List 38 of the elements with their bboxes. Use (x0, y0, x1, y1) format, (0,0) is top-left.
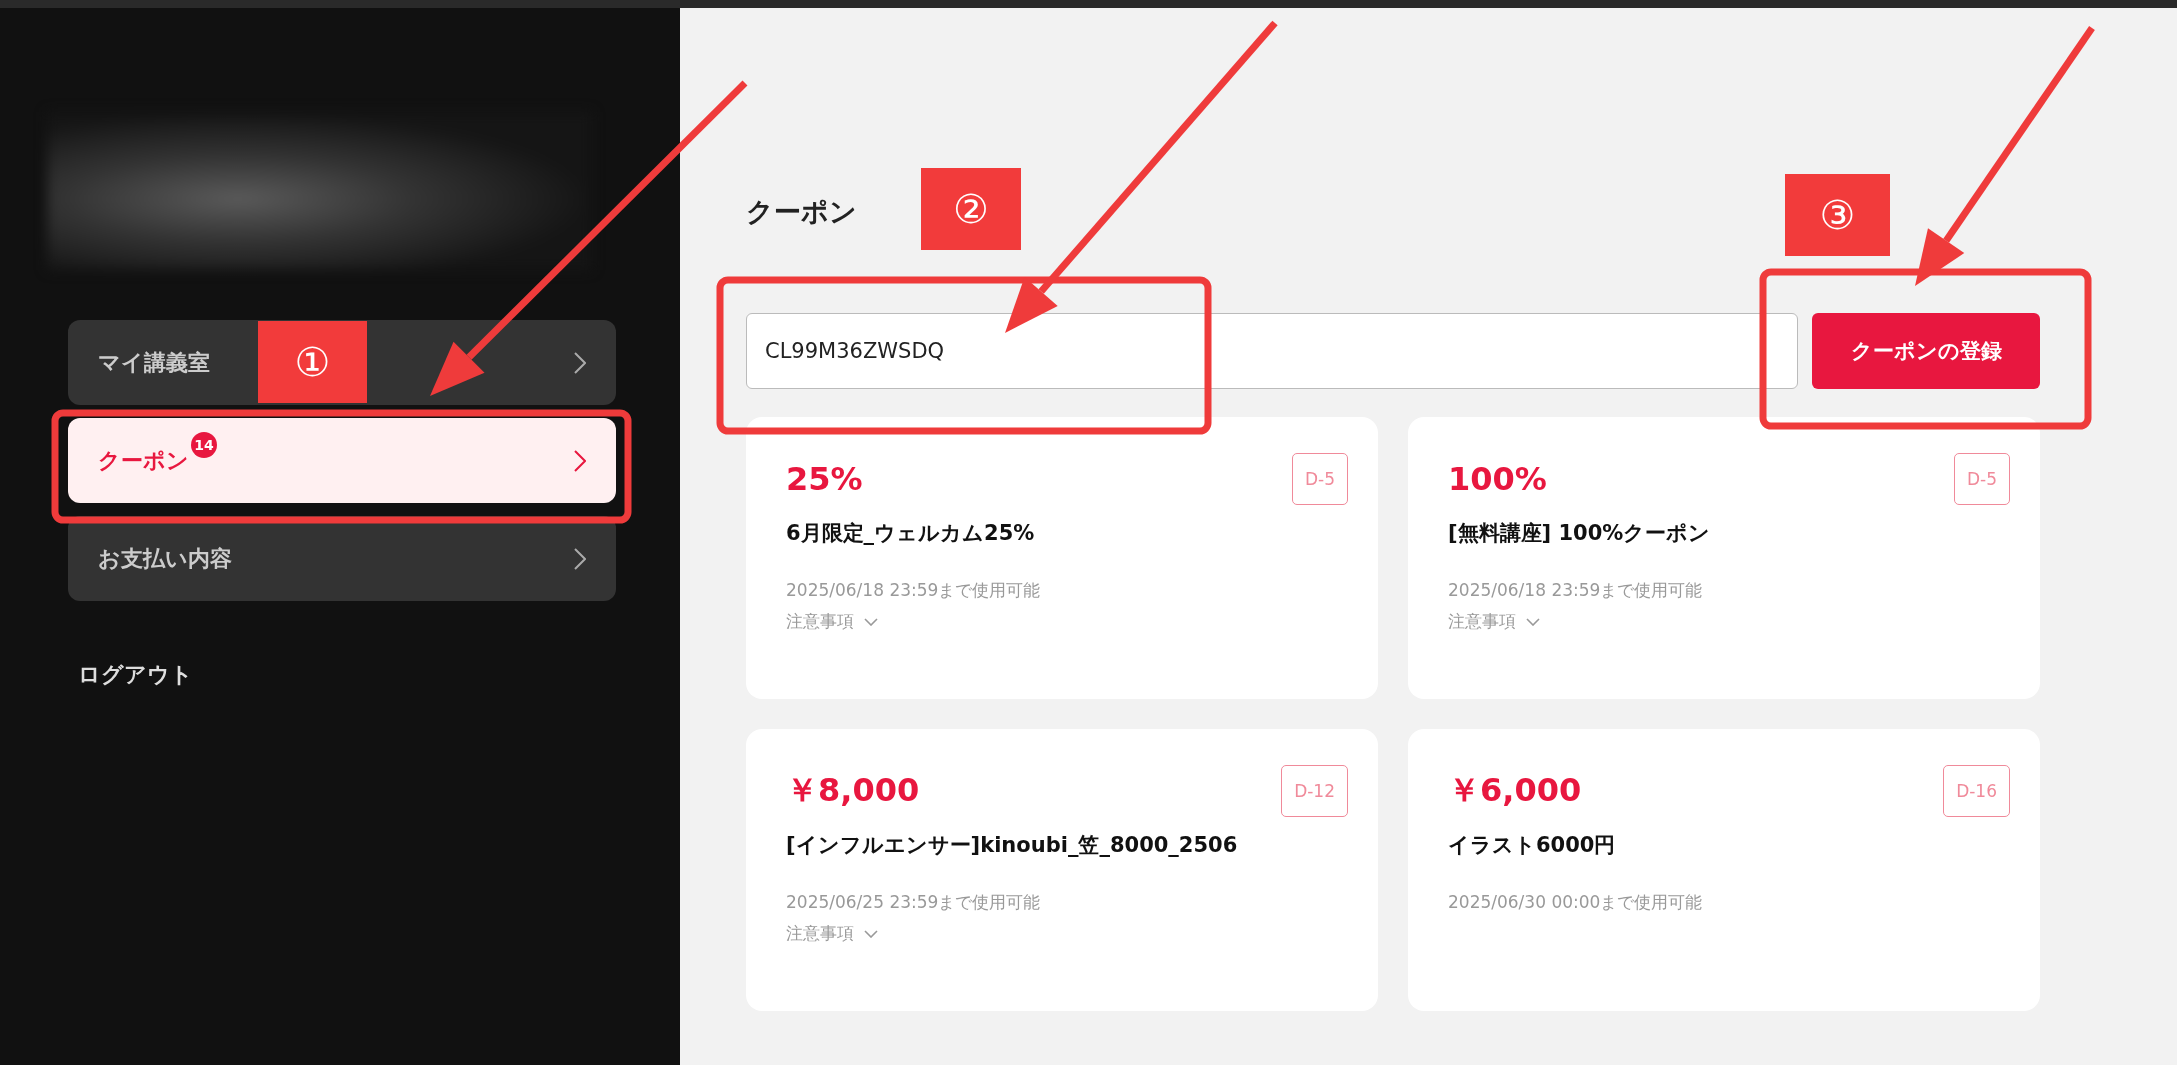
discount-amount: 25% (786, 460, 863, 498)
step-number-label: ① (258, 321, 367, 403)
step-number-label: ③ (1785, 174, 1890, 256)
menu-label: お支払い内容 (98, 544, 232, 573)
valid-until-text: 2025/06/30 00:00まで使用可能 (1448, 891, 1704, 914)
discount-amount: ￥6,000 (1448, 770, 1582, 811)
coupon-name: イラスト6000円 (1448, 832, 1617, 859)
sidebar-menu-item[interactable]: お支払い内容 (68, 516, 616, 601)
days-left-tag: D-5 (1953, 453, 2010, 505)
chevron-right-icon (574, 449, 586, 472)
discount-amount: ￥8,000 (786, 770, 920, 811)
coupon-name: 6月限定_ウェルカム25% (786, 520, 1036, 547)
notes-toggle[interactable]: 注意事項 (786, 610, 878, 633)
step-number-label: ② (921, 168, 1021, 250)
register-coupon-button[interactable]: クーポンの登録 (1812, 313, 2040, 389)
discount-amount: 100% (1448, 460, 1547, 498)
coupon-name: [無料講座] 100%クーポン (1448, 520, 1712, 547)
coupon-code-input[interactable]: CL99M36ZWSDQ (746, 313, 1798, 389)
valid-until-text: 2025/06/18 23:59まで使用可能 (786, 579, 1042, 602)
logout-link[interactable]: ログアウト (78, 660, 193, 690)
page-title: クーポン (746, 195, 857, 229)
days-left-tag: D-5 (1291, 453, 1348, 505)
chevron-down-icon (1526, 617, 1540, 626)
chevron-right-icon (574, 547, 586, 570)
menu-label: クーポン (98, 446, 189, 475)
coupon-name: [インフルエンサー]kinoubi_笠_8000_2506 (786, 832, 1239, 859)
notes-toggle[interactable]: 注意事項 (786, 922, 878, 945)
chevron-down-icon (864, 617, 878, 626)
days-left-tag: D-12 (1281, 765, 1348, 817)
menu-label: マイ講義室 (98, 348, 210, 377)
days-left-tag: D-16 (1943, 765, 2010, 817)
chevron-down-icon (864, 929, 878, 938)
chevron-right-icon (574, 351, 586, 374)
count-badge: 14 (191, 431, 217, 458)
valid-until-text: 2025/06/25 23:59まで使用可能 (786, 891, 1042, 914)
sidebar-menu-item[interactable]: クーポン 14 (68, 418, 616, 503)
notes-toggle[interactable]: 注意事項 (1448, 610, 1540, 633)
valid-until-text: 2025/06/18 23:59まで使用可能 (1448, 579, 1704, 602)
